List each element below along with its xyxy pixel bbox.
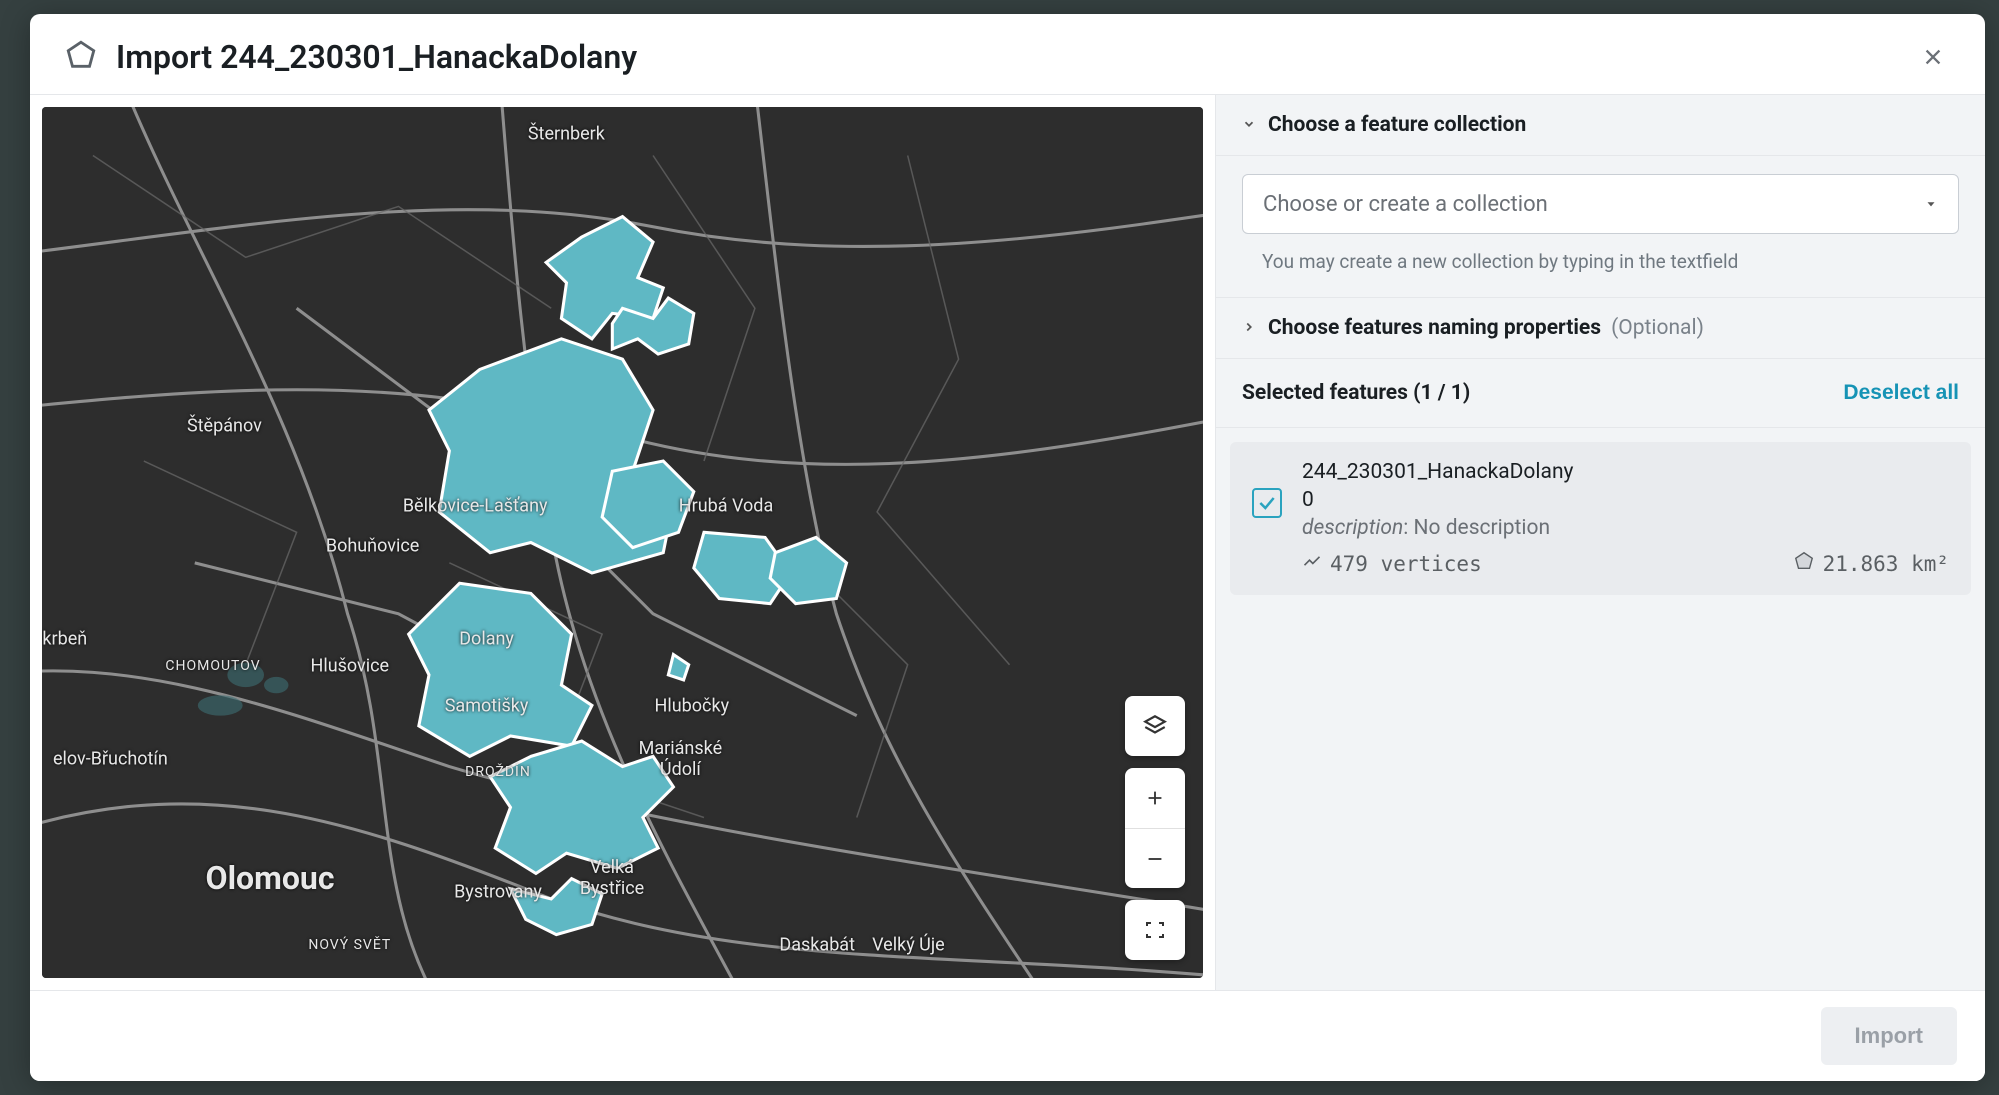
map-place-label: Samotišky <box>445 695 529 716</box>
map-place-label: elov-Břuchotín <box>53 748 168 769</box>
map-place-label: Bohuňovice <box>326 535 419 556</box>
map-place-label: DROŽDÍN <box>465 764 531 780</box>
modal-footer: Import <box>30 990 1985 1081</box>
map-place-label: Bělkovice-Lašťany <box>403 496 548 517</box>
map-place-label: Daskabát <box>779 934 855 955</box>
modal-header: Import 244_230301_HanackaDolany <box>30 14 1985 94</box>
feature-meta: 244_230301_HanackaDolany 0 description: … <box>1302 460 1949 577</box>
selected-features-row: Selected features (1 / 1) Deselect all <box>1216 359 1985 428</box>
right-pane: Choose a feature collection Choose or cr… <box>1215 95 1985 990</box>
map-place-label: CHOMOUTOV <box>165 658 260 674</box>
map-place-label: krbeň <box>42 629 87 650</box>
feature-index: 0 <box>1302 488 1949 512</box>
map-controls <box>1125 696 1185 960</box>
feature-description: description: No description <box>1302 516 1949 540</box>
close-button[interactable] <box>1915 39 1951 75</box>
collection-placeholder: Choose or create a collection <box>1263 192 1548 217</box>
section-naming-title: Choose features naming properties <box>1268 316 1601 340</box>
map-canvas[interactable]: Šternberk Štěpánov Hrubá Voda Bělkovice-Laš… <box>42 107 1203 978</box>
modal-title: Import 244_230301_HanackaDolany <box>116 38 1897 76</box>
import-modal: Import 244_230301_HanackaDolany <box>30 14 1985 1081</box>
map-place-label: Štěpánov <box>187 416 262 437</box>
feature-item[interactable]: 244_230301_HanackaDolany 0 description: … <box>1230 442 1971 595</box>
polygon-icon <box>64 38 98 76</box>
map-place-label: Bystrovany <box>454 881 542 902</box>
feature-desc-val: No description <box>1414 516 1551 540</box>
fit-bounds-button[interactable] <box>1125 900 1185 960</box>
feature-vertices: 479 vertices <box>1330 552 1482 576</box>
modal-body: Šternberk Štěpánov Hrubá Voda Bělkovice-Laš… <box>30 94 1985 990</box>
collection-combobox[interactable]: Choose or create a collection <box>1242 174 1959 234</box>
section-naming-optional: (Optional) <box>1611 316 1704 340</box>
section-collection-body: Choose or create a collection You may cr… <box>1216 156 1985 298</box>
feature-stats: 479 vertices 21.863 km² <box>1302 550 1949 577</box>
map-place-label: Hlušovice <box>310 655 389 676</box>
collection-helper: You may create a new collection by typin… <box>1242 250 1959 273</box>
zoom-in-button[interactable] <box>1125 768 1185 828</box>
selected-features-label: Selected features (1 / 1) <box>1242 381 1470 405</box>
map-place-label: Olomouc <box>206 859 335 897</box>
vertices-icon <box>1302 551 1322 576</box>
map-place-label: Dolany <box>459 629 514 650</box>
chevron-down-icon <box>1924 192 1938 217</box>
map-place-label: Velký Úje <box>872 934 945 955</box>
zoom-out-button[interactable] <box>1125 828 1185 888</box>
deselect-all-button[interactable]: Deselect all <box>1843 381 1959 405</box>
feature-checkbox[interactable] <box>1252 488 1282 518</box>
map-pane: Šternberk Štěpánov Hrubá Voda Bělkovice-Laš… <box>30 95 1215 990</box>
map-svg <box>42 107 1203 978</box>
chevron-right-icon <box>1242 319 1258 338</box>
map-place-label: Hlubočky <box>655 695 730 716</box>
area-icon <box>1793 550 1815 577</box>
map-place-label: MariánskéÚdolí <box>639 738 723 780</box>
section-collection-title: Choose a feature collection <box>1268 113 1526 137</box>
map-place-label: Šternberk <box>528 123 605 144</box>
map-place-label: NOVÝ SVĚT <box>308 937 391 953</box>
map-place-label: Hrubá Voda <box>679 496 774 517</box>
feature-desc-key: description <box>1302 516 1403 540</box>
feature-name: 244_230301_HanackaDolany <box>1302 460 1949 484</box>
layers-button[interactable] <box>1125 696 1185 756</box>
section-naming-header[interactable]: Choose features naming properties (Optio… <box>1216 298 1985 359</box>
feature-list: 244_230301_HanackaDolany 0 description: … <box>1216 428 1985 609</box>
section-collection-header[interactable]: Choose a feature collection <box>1216 95 1985 156</box>
map-place-label: VelkáBystřice <box>580 857 644 899</box>
chevron-down-icon <box>1242 116 1258 135</box>
import-button[interactable]: Import <box>1821 1007 1957 1065</box>
feature-area: 21.863 km² <box>1823 552 1949 576</box>
